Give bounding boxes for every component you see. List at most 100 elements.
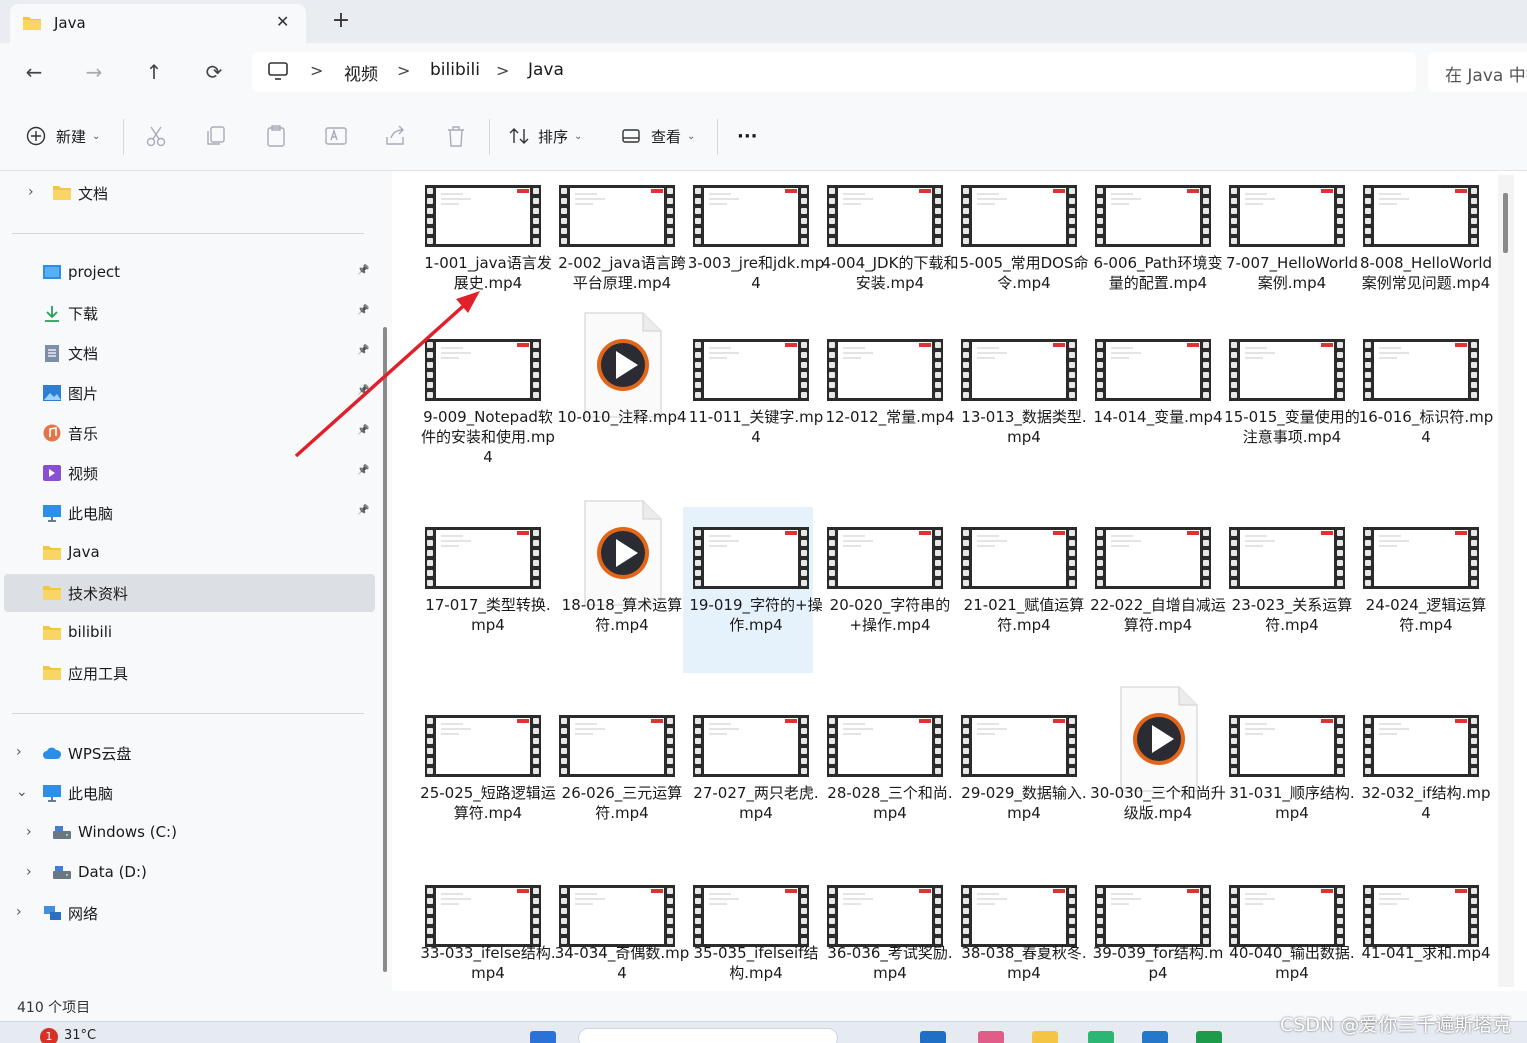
file-item[interactable]: 27-027_两只老虎.mp4: [665, 701, 819, 851]
file-item[interactable]: 34-034_奇偶数.mp4: [531, 871, 689, 991]
file-item[interactable]: 2-002_java语言跨平台原理.mp4: [531, 171, 686, 321]
file-item[interactable]: 14-014_变量.mp4: [1067, 325, 1223, 475]
more-options-button[interactable]: ···: [737, 123, 758, 149]
chevron-right-icon[interactable]: ›: [26, 864, 32, 880]
file-item[interactable]: 40-040_输出数据.mp4: [1201, 871, 1355, 991]
file-item[interactable]: 17-017_类型转换.mp4: [397, 513, 551, 663]
browser-icon[interactable]: [1088, 1031, 1114, 1043]
file-item[interactable]: 18-018_算术运算符.mp4: [531, 500, 682, 663]
sidebar-item[interactable]: › 文档: [4, 174, 375, 212]
sidebar-item[interactable]: › 网络: [4, 894, 375, 932]
chevron-right-icon[interactable]: ›: [16, 904, 22, 920]
search-input[interactable]: 在 Java 中搜索: [1445, 61, 1527, 86]
sidebar-item[interactable]: 文档 📌: [4, 334, 375, 372]
delete-icon[interactable]: [443, 123, 469, 149]
scrollbar-track[interactable]: [1498, 175, 1514, 987]
file-item[interactable]: 26-026_三元运算符.mp4: [531, 701, 682, 851]
search-box[interactable]: 在 Java 中搜索: [1428, 52, 1527, 92]
file-item[interactable]: 11-011_关键字.mp4: [665, 325, 823, 475]
app-icon[interactable]: [920, 1031, 946, 1043]
file-item[interactable]: 35-035_ifelseif结构.mp4: [665, 871, 818, 991]
sidebar-item[interactable]: project 📌: [4, 254, 375, 292]
new-button[interactable]: 新建 ⌄: [26, 123, 100, 149]
sidebar-item[interactable]: 下载 📌: [4, 294, 375, 332]
sidebar-item[interactable]: ⌄ 此电脑: [4, 774, 375, 812]
file-item[interactable]: 3-003_jre和jdk.mp4: [665, 171, 824, 321]
scrollbar-thumb[interactable]: [383, 327, 387, 972]
file-item[interactable]: 7-007_HelloWorld案例.mp4: [1201, 171, 1358, 321]
file-item[interactable]: 12-012_常量.mp4: [799, 325, 955, 475]
view-button[interactable]: 查看 ⌄: [622, 123, 695, 149]
file-item[interactable]: 29-029_数据输入.mp4: [933, 701, 1087, 851]
weather-temperature[interactable]: 31°C: [64, 1028, 96, 1043]
cut-icon[interactable]: [143, 123, 169, 149]
taskbar-search[interactable]: [578, 1028, 838, 1043]
breadcrumb-bilibili[interactable]: bilibili: [430, 60, 480, 80]
paste-icon[interactable]: [263, 123, 289, 149]
tab-java[interactable]: Java ✕: [10, 4, 306, 43]
sidebar-item[interactable]: › Data (D:): [4, 854, 375, 892]
back-button[interactable]: ←: [19, 57, 49, 87]
sidebar-item[interactable]: 图片 📌: [4, 374, 375, 412]
forward-button[interactable]: →: [79, 57, 109, 87]
file-item[interactable]: 22-022_自增自减运算符.mp4: [1067, 513, 1226, 663]
share-icon[interactable]: [383, 123, 409, 149]
app-icon[interactable]: [1142, 1031, 1168, 1043]
weather-badge[interactable]: 1: [40, 1028, 58, 1043]
file-item[interactable]: 30-030_三个和尚升级版.mp4: [1067, 686, 1226, 851]
file-item[interactable]: 33-033_ifelse结构.mp4: [397, 871, 556, 991]
file-item[interactable]: 19-019_字符的+操作.mp4: [665, 507, 823, 673]
file-item[interactable]: 39-039_for结构.mp4: [1067, 871, 1223, 991]
close-tab-button[interactable]: ✕: [276, 12, 289, 31]
file-item[interactable]: 38-038_春夏秋冬.mp4: [933, 871, 1087, 991]
sidebar-divider: [12, 233, 364, 234]
file-explorer-icon[interactable]: [1032, 1031, 1058, 1043]
sidebar-item[interactable]: › Windows (C:): [4, 814, 375, 852]
file-item[interactable]: 13-013_数据类型.mp4: [933, 325, 1087, 475]
file-item[interactable]: 31-031_顺序结构.mp4: [1201, 701, 1355, 851]
chevron-right-icon[interactable]: ›: [28, 184, 34, 200]
breadcrumb-videos[interactable]: 视频: [344, 60, 378, 85]
file-item[interactable]: 25-025_短路逻辑运算符.mp4: [397, 701, 556, 851]
file-item[interactable]: 36-036_考试奖励.mp4: [799, 871, 953, 991]
sidebar-item[interactable]: › WPS云盘: [4, 734, 375, 772]
file-item[interactable]: 16-016_标识符.mp4: [1335, 325, 1493, 475]
rename-icon[interactable]: [323, 123, 349, 149]
app-icon[interactable]: [1196, 1031, 1222, 1043]
sort-button[interactable]: 排序 ⌄: [508, 123, 582, 149]
sidebar-item[interactable]: Java: [4, 534, 375, 572]
sidebar-item[interactable]: 视频 📌: [4, 454, 375, 492]
file-item[interactable]: 4-004_JDK的下载和安装.mp4: [799, 171, 958, 321]
file-item[interactable]: 21-021_赋值运算符.mp4: [933, 513, 1084, 663]
breadcrumb-java[interactable]: Java: [528, 60, 564, 80]
new-tab-button[interactable]: +: [330, 8, 352, 33]
app-icon[interactable]: [978, 1031, 1004, 1043]
file-item[interactable]: 9-009_Notepad软件的安装和使用.mp4: [397, 325, 555, 475]
file-item[interactable]: 24-024_逻辑运算符.mp4: [1335, 513, 1486, 663]
sidebar-item[interactable]: 音乐 📌: [4, 414, 375, 452]
sidebar-item[interactable]: 技术资料: [4, 574, 375, 612]
up-button[interactable]: ↑: [139, 57, 169, 87]
sidebar-item[interactable]: 此电脑 📌: [4, 494, 375, 532]
copy-icon[interactable]: [203, 123, 229, 149]
refresh-button[interactable]: ⟳: [199, 57, 229, 87]
sidebar-item[interactable]: bilibili: [4, 614, 375, 652]
chevron-right-icon[interactable]: ›: [16, 744, 22, 760]
file-item[interactable]: 8-008_HelloWorld案例常见问题.mp4: [1335, 171, 1492, 321]
file-item[interactable]: 23-023_关系运算符.mp4: [1201, 513, 1352, 663]
file-item[interactable]: 5-005_常用DOS命令.mp4: [933, 171, 1088, 321]
file-item[interactable]: 20-020_字符串的+操作.mp4: [799, 513, 950, 663]
chevron-down-icon[interactable]: ⌄: [16, 784, 28, 800]
address-bar[interactable]: > 视频 > bilibili > Java: [252, 52, 1416, 92]
file-item[interactable]: 1-001_java语言发展史.mp4: [397, 171, 552, 321]
sidebar-item[interactable]: 应用工具: [4, 654, 375, 692]
chevron-right-icon[interactable]: ›: [26, 824, 32, 840]
file-item[interactable]: 10-010_注释.mp4: [531, 312, 687, 475]
file-item[interactable]: 6-006_Path环境变量的配置.mp4: [1067, 171, 1223, 321]
file-item[interactable]: 15-015_变量使用的注意事项.mp4: [1201, 325, 1360, 475]
file-item[interactable]: 41-041_求和.mp4: [1335, 871, 1491, 991]
start-icon[interactable]: [530, 1031, 556, 1043]
file-item[interactable]: 28-028_三个和尚.mp4: [799, 701, 953, 851]
scrollbar-thumb[interactable]: [1503, 193, 1508, 253]
file-item[interactable]: 32-032_if结构.mp4: [1335, 701, 1490, 851]
